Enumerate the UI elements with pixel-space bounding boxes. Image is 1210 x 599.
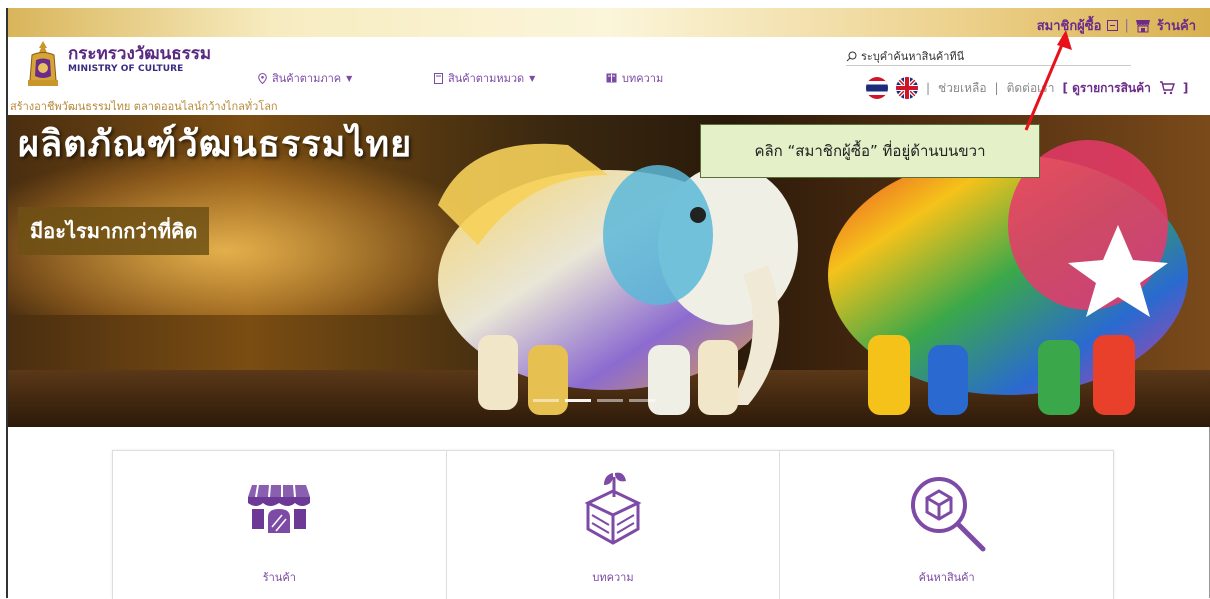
brand-name-english: MINISTRY OF CULTURE bbox=[68, 64, 184, 74]
carousel-indicators bbox=[533, 399, 655, 402]
card-label-articles: บทความ bbox=[592, 571, 634, 584]
chevron-down-icon: ▼ bbox=[346, 73, 353, 83]
top-bar: สมาชิกผู้ซื้อ | ร้านค้า bbox=[8, 8, 1210, 37]
search-input[interactable] bbox=[861, 49, 1121, 63]
shop-link[interactable]: ร้านค้า bbox=[1157, 15, 1196, 36]
tools-divider: | bbox=[926, 81, 931, 95]
card-shop[interactable]: ร้านค้า bbox=[113, 451, 447, 599]
tools-divider: | bbox=[994, 81, 999, 95]
top-bar-links: สมาชิกผู้ซื้อ | ร้านค้า bbox=[1037, 15, 1196, 36]
card-label-shop: ร้านค้า bbox=[262, 571, 296, 584]
chevron-down-icon: ▼ bbox=[529, 73, 536, 83]
header-tools: | ช่วยเหลือ | ติดต่อเรา [ ดูรายการสินค้า… bbox=[866, 77, 1188, 99]
cart-icon[interactable] bbox=[1159, 81, 1175, 95]
thai-flag-icon[interactable] bbox=[866, 77, 888, 99]
top-bar-separator: | bbox=[1124, 18, 1129, 33]
carousel-dot[interactable] bbox=[629, 399, 655, 402]
contact-link[interactable]: ติดต่อเรา bbox=[1007, 79, 1055, 98]
storefront-icon bbox=[244, 479, 314, 543]
nav-label: สินค้าตามหมวด bbox=[448, 72, 525, 85]
carousel-dot[interactable] bbox=[533, 399, 559, 402]
card-articles[interactable]: บทความ bbox=[447, 451, 781, 599]
cart-bracket: ] bbox=[1182, 81, 1189, 95]
card-search[interactable]: ค้นหาสินค้า bbox=[780, 451, 1113, 599]
card-label-search: ค้นหาสินค้า bbox=[918, 571, 975, 584]
nav-products-by-region[interactable]: สินค้าตามภาค ▼ bbox=[258, 69, 352, 87]
login-box-icon[interactable] bbox=[1107, 20, 1119, 31]
hero-title: ผลิตภัณฑ์วัฒนธรรมไทย bbox=[18, 124, 413, 165]
carousel-dot-active[interactable] bbox=[565, 399, 591, 402]
ministry-logo[interactable] bbox=[24, 40, 62, 88]
shop-icon[interactable] bbox=[1135, 19, 1151, 33]
search-box-icon bbox=[905, 471, 989, 559]
brand-name-thai[interactable]: กระทรวงวัฒนธรรม bbox=[68, 40, 211, 67]
location-pin-icon bbox=[258, 72, 267, 84]
nav-articles[interactable]: บทความ bbox=[606, 69, 663, 87]
instruction-callout: คลิก “สมาชิกผู้ซื้อ” ที่อยู่ด้านบนขวา bbox=[700, 124, 1040, 178]
carousel-dot[interactable] bbox=[597, 399, 623, 402]
book-icon bbox=[606, 73, 617, 83]
document-icon bbox=[434, 72, 443, 84]
help-link[interactable]: ช่วยเหลือ bbox=[938, 79, 987, 98]
hero-subtitle: มีอะไรมากกว่าที่คิด bbox=[18, 207, 210, 255]
feature-cards: ร้านค้า บทความ ค้นหาสินค้า bbox=[112, 450, 1114, 599]
site-slogan: สร้างอาชีพวัฒนธรรมไทย ตลาดออนไลน์กว้างไก… bbox=[10, 100, 278, 113]
box-plant-icon bbox=[582, 469, 644, 551]
search-icon bbox=[846, 51, 857, 61]
buyer-member-link[interactable]: สมาชิกผู้ซื้อ bbox=[1037, 15, 1102, 36]
nav-label: บทความ bbox=[622, 72, 664, 85]
site-header: กระทรวงวัฒนธรรม MINISTRY OF CULTURE สร้า… bbox=[8, 37, 1210, 115]
cart-link[interactable]: [ ดูรายการสินค้า bbox=[1062, 79, 1150, 98]
search-bar[interactable] bbox=[846, 47, 1131, 66]
nav-products-by-category[interactable]: สินค้าตามหมวด ▼ bbox=[434, 69, 535, 87]
uk-flag-icon[interactable] bbox=[896, 77, 918, 99]
nav-label: สินค้าตามภาค bbox=[272, 72, 342, 85]
